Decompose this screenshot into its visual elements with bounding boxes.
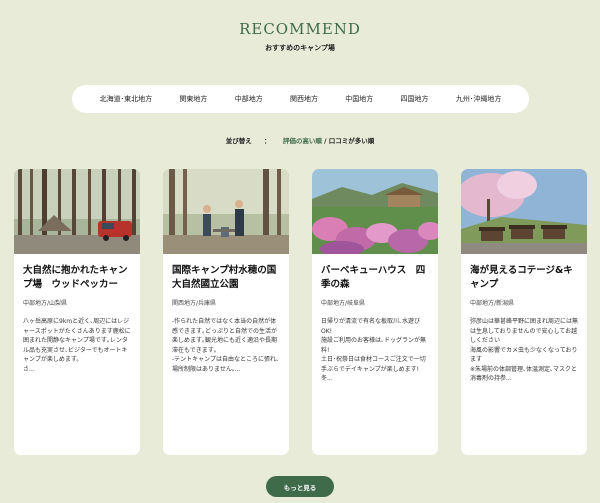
sort-option-rating[interactable]: 評価の高い順 — [283, 137, 322, 145]
show-more-button[interactable]: もっと見る — [266, 476, 334, 497]
campsite-photo-cottages — [461, 169, 587, 254]
campsite-card[interactable]: バーベキューハウス 四季の森 中部地方/岐阜県 日帰りが清流で有名な板取川､水遊… — [312, 169, 438, 455]
section-title: RECOMMEND — [239, 20, 361, 38]
campsite-description: 弥彦山は華甚峰平野に囲まれ周辺には無は生息しておりませんので安心してお越しくださ… — [470, 318, 579, 382]
region-tab-chubu[interactable]: 中部地方 — [235, 94, 263, 104]
campsite-title: バーベキューハウス 四季の森 — [321, 265, 426, 290]
campsite-description: 日帰りが清流で有名な板取川､水遊びOK! 施設ご利用のお客様は､ドッグランが無料… — [321, 318, 427, 382]
region-filter-bar: 北海道･東北地方 関東地方 中部地方 関西地方 中国地方 四国地方 九州･沖縄地… — [72, 85, 529, 113]
campsite-photo-people — [163, 169, 289, 254]
campsite-title: 海が見えるコテージ&キャンプ — [470, 265, 573, 290]
campsite-location: 中部地方/山梨県 — [23, 300, 68, 307]
campsite-title: 大自然に抱かれたキャンプ場 ウッドペッカー — [23, 265, 128, 290]
campsite-location: 中部地方/岐阜県 — [321, 300, 366, 307]
campsite-card[interactable]: 大自然に抱かれたキャンプ場 ウッドペッカー 中部地方/山梨県 八ヶ岳高原に9km… — [14, 169, 140, 455]
campsite-card[interactable]: 国際キャンプ村水穂の国大自然國立公園 関西地方/兵庫県 -作られた自然ではなく本… — [163, 169, 289, 455]
sort-slash: / — [324, 137, 327, 145]
section-subtitle: おすすめのキャンプ場 — [265, 44, 335, 52]
campsite-photo-flowers — [312, 169, 438, 254]
campsite-title: 国際キャンプ村水穂の国大自然國立公園 — [172, 265, 277, 290]
campsite-card[interactable]: 海が見えるコテージ&キャンプ 中部地方/新潟県 弥彦山は華甚峰平野に囲まれ周辺に… — [461, 169, 587, 455]
region-tab-kyushu-okinawa[interactable]: 九州･沖縄地方 — [456, 94, 502, 104]
sort-colon: ： — [264, 137, 271, 145]
sort-bar: 並び替え ： 評価の高い順 / 口コミが多い順 — [0, 135, 600, 145]
campsite-location: 関西地方/兵庫県 — [172, 300, 217, 307]
campsite-location: 中部地方/新潟県 — [470, 300, 515, 307]
region-tab-hokkaido-tohoku[interactable]: 北海道･東北地方 — [100, 94, 153, 104]
region-tab-kanto[interactable]: 関東地方 — [179, 94, 207, 104]
campsite-description: 八ヶ岳高原に9kmと近く､周辺にはレジャースポットがたくさんあります鹿松に囲まれ… — [23, 318, 131, 373]
campsite-description: -作られた自然ではなく本当の自然が体感できます｡どっぷりと自然での生活が楽しめま… — [172, 318, 279, 373]
sort-label: 並び替え — [225, 137, 252, 145]
sort-option-reviews[interactable]: 口コミが多い順 — [329, 137, 375, 145]
campsite-photo-forest — [14, 169, 140, 254]
region-tab-shikoku[interactable]: 四国地方 — [401, 94, 429, 104]
region-tab-kansai[interactable]: 関西地方 — [290, 94, 318, 104]
region-tab-chugoku[interactable]: 中国地方 — [345, 94, 373, 104]
